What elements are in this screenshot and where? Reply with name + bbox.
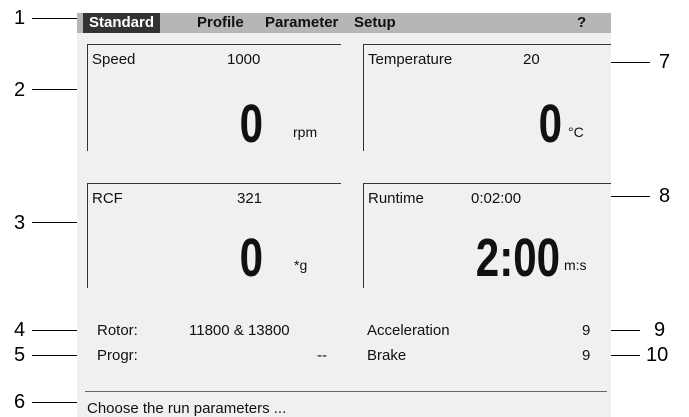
callout-6: 6 [14,391,26,413]
speed-label: Speed [92,51,136,68]
menu-bar: Standard Profile Parameter Setup ? [77,13,611,33]
runtime-panel[interactable]: Runtime 0:02:00 2:00 m:s [363,183,611,288]
rcf-setpoint: 321 [237,190,263,207]
rcf-unit: *g [294,257,308,273]
progr-value: -- [317,347,327,364]
callout-3: 3 [14,212,26,234]
rotor-label: Rotor: [97,322,138,339]
callout-8: 8 [659,185,671,207]
status-message: Choose the run parameters ... [87,400,287,417]
rcf-label: RCF [92,190,123,207]
runtime-label: Runtime [368,190,424,207]
acceleration-value: 9 [582,322,591,339]
callout-4: 4 [14,319,26,341]
temperature-unit: °C [568,124,584,140]
speed-unit: rpm [293,124,318,140]
device-screen: Standard Profile Parameter Setup ? Speed… [77,13,611,417]
help-menu[interactable]: ? [571,13,592,33]
progr-label: Progr: [97,347,138,364]
tab-setup[interactable]: Setup [348,13,402,33]
acceleration-label: Acceleration [367,322,450,339]
brake-label: Brake [367,347,407,364]
callout-5: 5 [14,344,26,366]
rotor-value: 11800 & 13800 [189,322,290,339]
speed-panel[interactable]: Speed 1000 0 rpm [87,44,341,151]
callout-2: 2 [14,79,26,101]
speed-setpoint: 1000 [227,51,261,68]
rcf-panel[interactable]: RCF 321 0 *g [87,183,341,288]
tab-parameter[interactable]: Parameter [259,13,344,33]
tab-profile[interactable]: Profile [191,13,250,33]
callout-10: 10 [646,344,669,366]
runtime-value: 2:00 [475,228,560,288]
callout-9: 9 [654,319,666,341]
status-divider [85,391,607,392]
rcf-value: 0 [239,228,263,288]
brake-value: 9 [582,347,591,364]
callout-1: 1 [14,7,26,29]
runtime-unit: m:s [564,257,587,273]
runtime-setpoint: 0:02:00 [471,190,522,207]
tab-standard[interactable]: Standard [83,13,161,33]
temperature-value: 0 [538,94,562,154]
speed-value: 0 [239,94,263,154]
temperature-panel[interactable]: Temperature 20 0 °C [363,44,611,151]
temperature-label: Temperature [368,51,453,68]
callout-7: 7 [659,51,671,73]
temperature-setpoint: 20 [523,51,540,68]
